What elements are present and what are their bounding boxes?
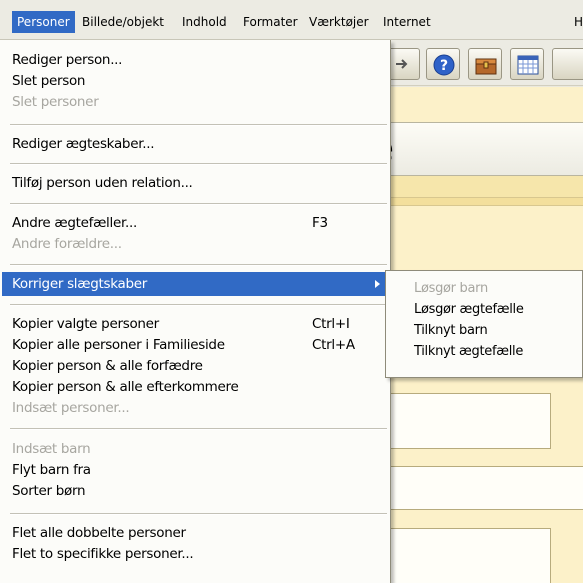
menu-item-label: Korriger slægtskaber: [12, 276, 147, 292]
menu-item-label: Andre forældre...: [12, 236, 122, 252]
menu-item-label: Andre ægtefæller...: [12, 215, 137, 231]
menu-separator: [10, 163, 387, 165]
help-icon: ?: [433, 54, 455, 76]
menu-item-label: Indsæt barn: [12, 441, 91, 457]
calendar-button[interactable]: [510, 48, 544, 80]
menu-separator: [10, 428, 387, 430]
submenu-item-loesgoer-barn: Løsgør barn: [414, 281, 488, 296]
menu-separator: [10, 124, 387, 126]
menu-item-kopier-alle-personer[interactable]: Kopier alle personer i Familieside Ctrl+A: [0, 335, 389, 355]
treasure-box-icon: [475, 58, 497, 75]
menu-item-label: Slet personer: [12, 94, 99, 110]
menu-item-kopier-valgte-personer[interactable]: Kopier valgte personer Ctrl+I: [0, 314, 389, 334]
arrow-dropdown-button[interactable]: [386, 48, 420, 80]
menu-item-label: Flyt barn fra: [12, 462, 91, 478]
menu-item-andre-foraeldre: Andre forældre...: [0, 234, 389, 254]
menu-separator: [10, 264, 387, 266]
menu-indhold[interactable]: Indhold: [177, 11, 232, 33]
calendar-icon: [517, 55, 539, 75]
personer-dropdown-menu: Rediger person... Slet person Slet perso…: [0, 40, 391, 583]
menu-item-label: Sorter børn: [12, 483, 86, 499]
menu-internet[interactable]: Internet: [378, 11, 436, 33]
menu-item-shortcut: Ctrl+I: [312, 316, 350, 332]
person-field-box-2[interactable]: [378, 466, 583, 510]
menu-item-label: Kopier alle personer i Familieside: [12, 337, 225, 353]
menu-item-tilfoej-person[interactable]: Tilføj person uden relation...: [0, 173, 389, 193]
menu-bar: Personer Billede/objekt Indhold Formater…: [0, 0, 583, 40]
person-field-box-1[interactable]: [378, 393, 551, 449]
help-button[interactable]: ?: [426, 48, 460, 80]
menu-item-andre-aegtefaeller[interactable]: Andre ægtefæller... F3: [0, 213, 389, 233]
person-field-box-3[interactable]: [378, 528, 551, 583]
family-title-box: e: [360, 122, 583, 176]
menu-item-label: Kopier person & alle forfædre: [12, 358, 203, 374]
submenu-arrow-icon: [375, 280, 380, 288]
menu-separator: [10, 513, 387, 515]
arrow-dropdown-icon: [396, 59, 408, 69]
menu-item-label: Tilføj person uden relation...: [12, 175, 193, 191]
menu-item-kopier-forfaedre[interactable]: Kopier person & alle forfædre: [0, 356, 389, 376]
menu-item-label: Flet alle dobbelte personer: [12, 525, 186, 541]
menu-item-rediger-aegteskaber[interactable]: Rediger ægteskaber...: [0, 134, 389, 154]
svg-text:?: ?: [440, 58, 448, 74]
menu-item-indsaet-barn: Indsæt barn: [0, 439, 389, 459]
submenu-item-tilknyt-barn[interactable]: Tilknyt barn: [414, 321, 488, 341]
menu-item-shortcut: F3: [312, 215, 328, 231]
treasure-box-button[interactable]: [468, 48, 502, 80]
menu-separator: [10, 304, 387, 306]
menu-item-flet-to-personer[interactable]: Flet to specifikke personer...: [0, 544, 389, 564]
menu-item-slet-person[interactable]: Slet person: [0, 71, 389, 91]
submenu-item-tilknyt-aegtefaelle[interactable]: Tilknyt ægtefælle: [414, 342, 523, 362]
menu-item-label: Kopier valgte personer: [12, 316, 159, 332]
menu-item-label: Flet to specifikke personer...: [12, 546, 194, 562]
menu-item-label: Rediger person...: [12, 52, 123, 68]
menu-item-sorter-boern[interactable]: Sorter børn: [0, 481, 389, 501]
menu-item-label: Kopier person & alle efterkommere: [12, 379, 239, 395]
toolbar-button-extra[interactable]: [552, 48, 583, 80]
menu-vaerktojer[interactable]: Værktøjer: [304, 11, 374, 33]
menu-item-label: Rediger ægteskaber...: [12, 136, 155, 152]
menu-formater[interactable]: Formater: [238, 11, 303, 33]
menu-billede-objekt[interactable]: Billede/objekt: [77, 11, 169, 33]
menu-item-flet-dobbelte-personer[interactable]: Flet alle dobbelte personer: [0, 523, 389, 543]
korriger-slaegtskaber-submenu: Løsgør barn Løsgør ægtefælle Tilknyt bar…: [385, 270, 583, 378]
menu-separator: [10, 203, 387, 205]
menu-item-flyt-barn-fra[interactable]: Flyt barn fra: [0, 460, 389, 480]
menu-item-slet-personer: Slet personer: [0, 92, 389, 112]
menu-item-indsaet-personer: Indsæt personer...: [0, 398, 389, 418]
menu-h[interactable]: H: [569, 11, 583, 33]
menu-item-shortcut: Ctrl+A: [312, 337, 355, 353]
menu-item-korriger-slaegtskaber[interactable]: Korriger slægtskaber: [2, 272, 388, 296]
menu-item-rediger-person[interactable]: Rediger person...: [0, 50, 389, 70]
menu-item-kopier-efterkommere[interactable]: Kopier person & alle efterkommere: [0, 377, 389, 397]
submenu-item-loesgoer-aegtefaelle[interactable]: Løsgør ægtefælle: [414, 300, 524, 320]
menu-item-label: Indsæt personer...: [12, 400, 130, 416]
menu-personer[interactable]: Personer: [12, 11, 75, 33]
menu-item-label: Slet person: [12, 73, 86, 89]
